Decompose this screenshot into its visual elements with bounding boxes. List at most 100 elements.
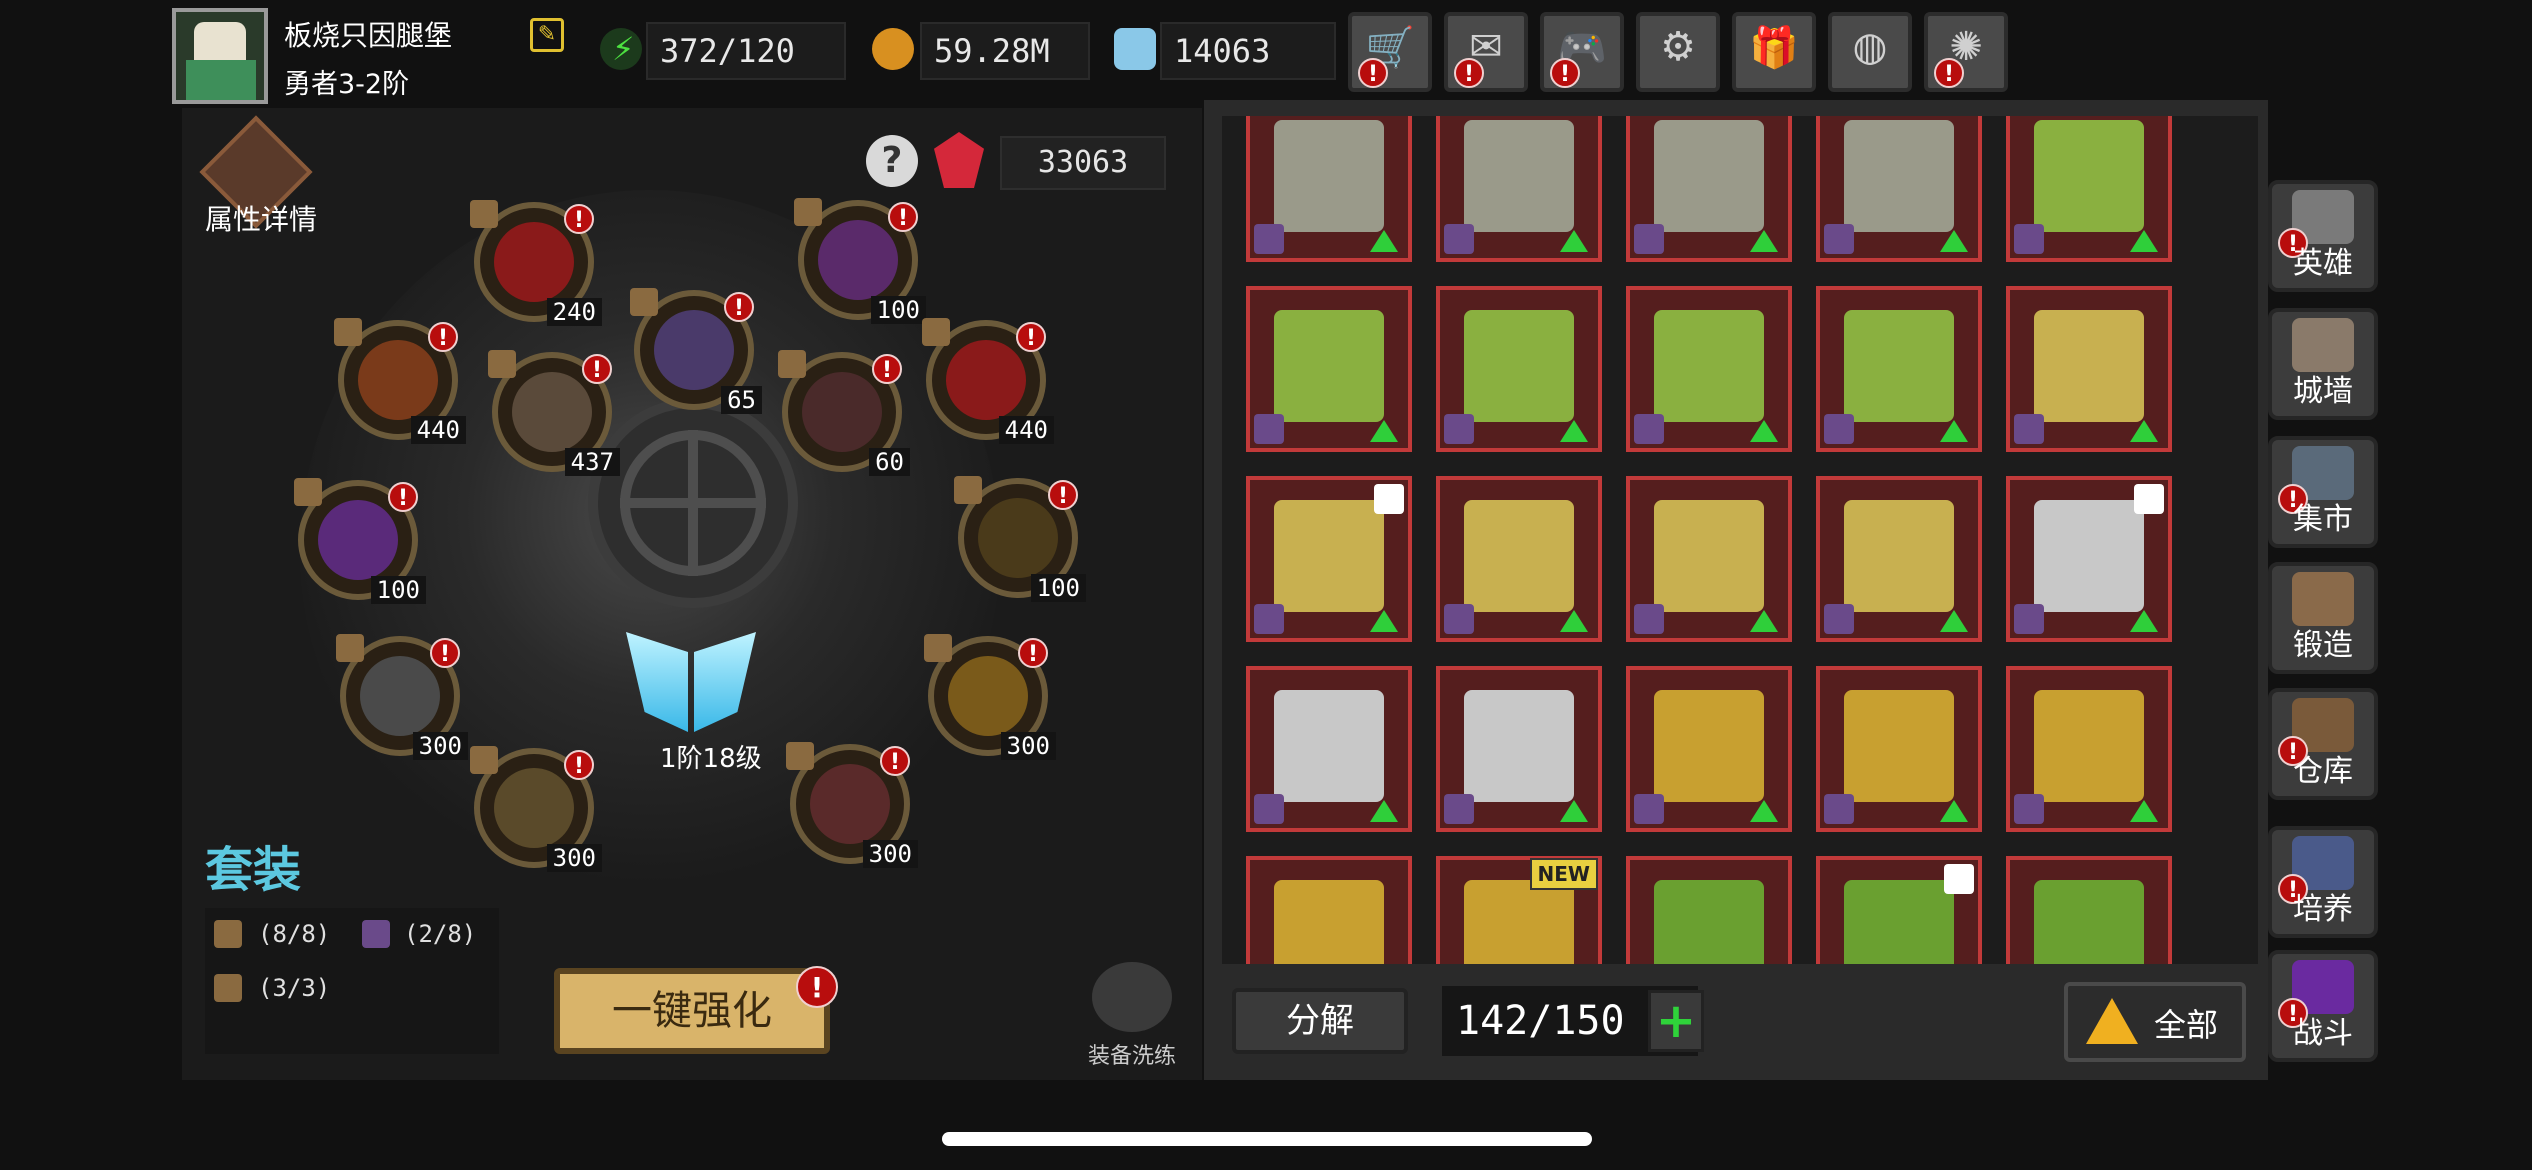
upgrade-arrow-icon — [1940, 230, 1968, 252]
inventory-item[interactable] — [1436, 116, 1602, 262]
alert-icon: ! — [1358, 58, 1388, 88]
games-button[interactable]: 🎮! — [1540, 12, 1624, 92]
alert-icon: ! — [1048, 480, 1078, 510]
necklace-icon — [1844, 310, 1954, 422]
one-click-enhance-button[interactable]: 一键强化 — [554, 968, 830, 1054]
mail-button[interactable]: ✉! — [1444, 12, 1528, 92]
decompose-button[interactable]: 分解 — [1232, 988, 1408, 1054]
equipment-refine-button[interactable]: 装备洗练 — [1082, 962, 1182, 1072]
nav-market[interactable]: ! 集市 — [2268, 436, 2378, 548]
inventory-item[interactable] — [1626, 476, 1792, 642]
set-emblem-icon — [1634, 604, 1664, 634]
vine-icon — [1844, 880, 1954, 964]
equipment-slot-armor[interactable]: ! 300 — [924, 634, 1056, 760]
inventory-item[interactable] — [2006, 116, 2172, 262]
player-avatar[interactable] — [172, 8, 268, 104]
equipment-slot-crossbow[interactable]: ! 240 — [470, 200, 602, 326]
lock-icon — [1944, 864, 1974, 894]
gauntlets-icon — [1274, 500, 1384, 612]
nav-wall[interactable]: 城墙 — [2268, 308, 2378, 420]
avatar-robe — [186, 60, 256, 100]
inventory-item[interactable] — [1246, 476, 1412, 642]
inventory-item[interactable] — [1436, 476, 1602, 642]
claw-icon — [1274, 690, 1384, 802]
equipment-slot-staff[interactable]: ! 100 — [954, 476, 1086, 602]
inventory-item[interactable] — [1626, 856, 1792, 964]
wheel-core-emblem — [588, 398, 798, 608]
nav-warehouse[interactable]: ! 仓库 — [2268, 688, 2378, 800]
inventory-item[interactable] — [1816, 116, 1982, 262]
set-emblem-icon — [1824, 604, 1854, 634]
inventory-item[interactable] — [1816, 286, 1982, 452]
inventory-item[interactable] — [2006, 666, 2172, 832]
set-tag-icon — [922, 318, 950, 346]
nav-hero[interactable]: ! 英雄 — [2268, 180, 2378, 292]
set-emblem-icon — [1824, 794, 1854, 824]
wheel-button[interactable]: ◍ — [1828, 12, 1912, 92]
inventory-grid[interactable]: NEW — [1222, 116, 2258, 964]
inventory-item[interactable] — [2006, 286, 2172, 452]
gauntlets-icon — [1654, 500, 1764, 612]
nav-forge[interactable]: 锻造 — [2268, 562, 2378, 674]
inventory-item[interactable] — [1436, 286, 1602, 452]
wings-icon[interactable] — [626, 632, 756, 742]
inventory-item[interactable] — [1816, 666, 1982, 832]
set-tag-icon — [924, 634, 952, 662]
inventory-item[interactable]: NEW — [1436, 856, 1602, 964]
nav-label: 英雄 — [2293, 246, 2353, 281]
help-icon[interactable]: ? — [866, 135, 918, 187]
ring-icon — [2034, 690, 2144, 802]
equipment-slot-helmet[interactable]: ! 300 — [336, 634, 468, 760]
fireworks-button[interactable]: ✺! — [1924, 12, 2008, 92]
inventory-item[interactable] — [1246, 856, 1412, 964]
settings-button[interactable]: ⚙ — [1636, 12, 1720, 92]
lock-icon — [1374, 484, 1404, 514]
inventory-item[interactable] — [1246, 666, 1412, 832]
inventory-item[interactable] — [1626, 666, 1792, 832]
expand-capacity-button[interactable]: + — [1648, 990, 1704, 1052]
equipment-slot-potion[interactable]: ! 437 — [488, 350, 620, 476]
wings-level: 1阶18级 — [660, 744, 762, 774]
attribute-details-button[interactable]: 属性详情 — [196, 115, 322, 242]
inventory-item[interactable] — [2006, 856, 2172, 964]
equipment-icon — [802, 372, 882, 452]
nav-battle[interactable]: ! 战斗 — [2268, 950, 2378, 1062]
nav-cultivate[interactable]: ! 培养 — [2268, 826, 2378, 938]
set-emblem-icon — [1634, 224, 1664, 254]
gold-coin-icon — [872, 28, 914, 70]
gem-count: 33063 — [1000, 136, 1166, 190]
necklace-icon — [1654, 310, 1764, 422]
equipment-slot-ring[interactable]: ! 300 — [470, 746, 602, 872]
inventory-item[interactable] — [1816, 476, 1982, 642]
inventory-item[interactable] — [1626, 286, 1792, 452]
equipment-slot-axe[interactable]: ! 440 — [922, 318, 1054, 444]
inventory-item[interactable] — [1246, 286, 1412, 452]
energy-icon: ⚡ — [600, 28, 642, 70]
set-leaf-icon — [214, 974, 242, 1002]
inventory-item[interactable] — [1626, 116, 1792, 262]
set-bonus-item: (2/8) — [404, 920, 477, 948]
edit-name-icon[interactable]: ✎ — [530, 18, 564, 52]
set-emblem-icon — [2014, 604, 2044, 634]
alert-icon: ! — [1454, 58, 1484, 88]
inventory-item[interactable] — [1816, 856, 1982, 964]
gift-button[interactable]: 🎁 — [1732, 12, 1816, 92]
equipment-slot-bow[interactable]: ! 100 — [794, 198, 926, 324]
inventory-item[interactable] — [1436, 666, 1602, 832]
alert-icon: ! — [872, 354, 902, 384]
equipment-slot-helmet-small[interactable]: ! 65 — [630, 288, 762, 414]
necklace-icon — [2034, 120, 2144, 232]
equipment-slot-dual-blades[interactable]: ! 440 — [334, 318, 466, 444]
equipment-slot-tome[interactable]: ! 100 — [294, 478, 426, 604]
upgrade-arrow-icon — [1370, 800, 1398, 822]
shop-button[interactable]: 🛒! — [1348, 12, 1432, 92]
inventory-item[interactable] — [2006, 476, 2172, 642]
equipment-slot-boots[interactable]: ! 300 — [786, 742, 918, 868]
home-indicator[interactable] — [942, 1132, 1592, 1146]
inventory-item[interactable] — [1246, 116, 1412, 262]
filter-dropdown[interactable]: 全部 — [2064, 982, 2246, 1062]
upgrade-arrow-icon — [1750, 800, 1778, 822]
set-emblem-icon — [1444, 794, 1474, 824]
equipment-icon — [978, 498, 1058, 578]
equipment-slot-bow-red[interactable]: ! 60 — [778, 350, 910, 476]
